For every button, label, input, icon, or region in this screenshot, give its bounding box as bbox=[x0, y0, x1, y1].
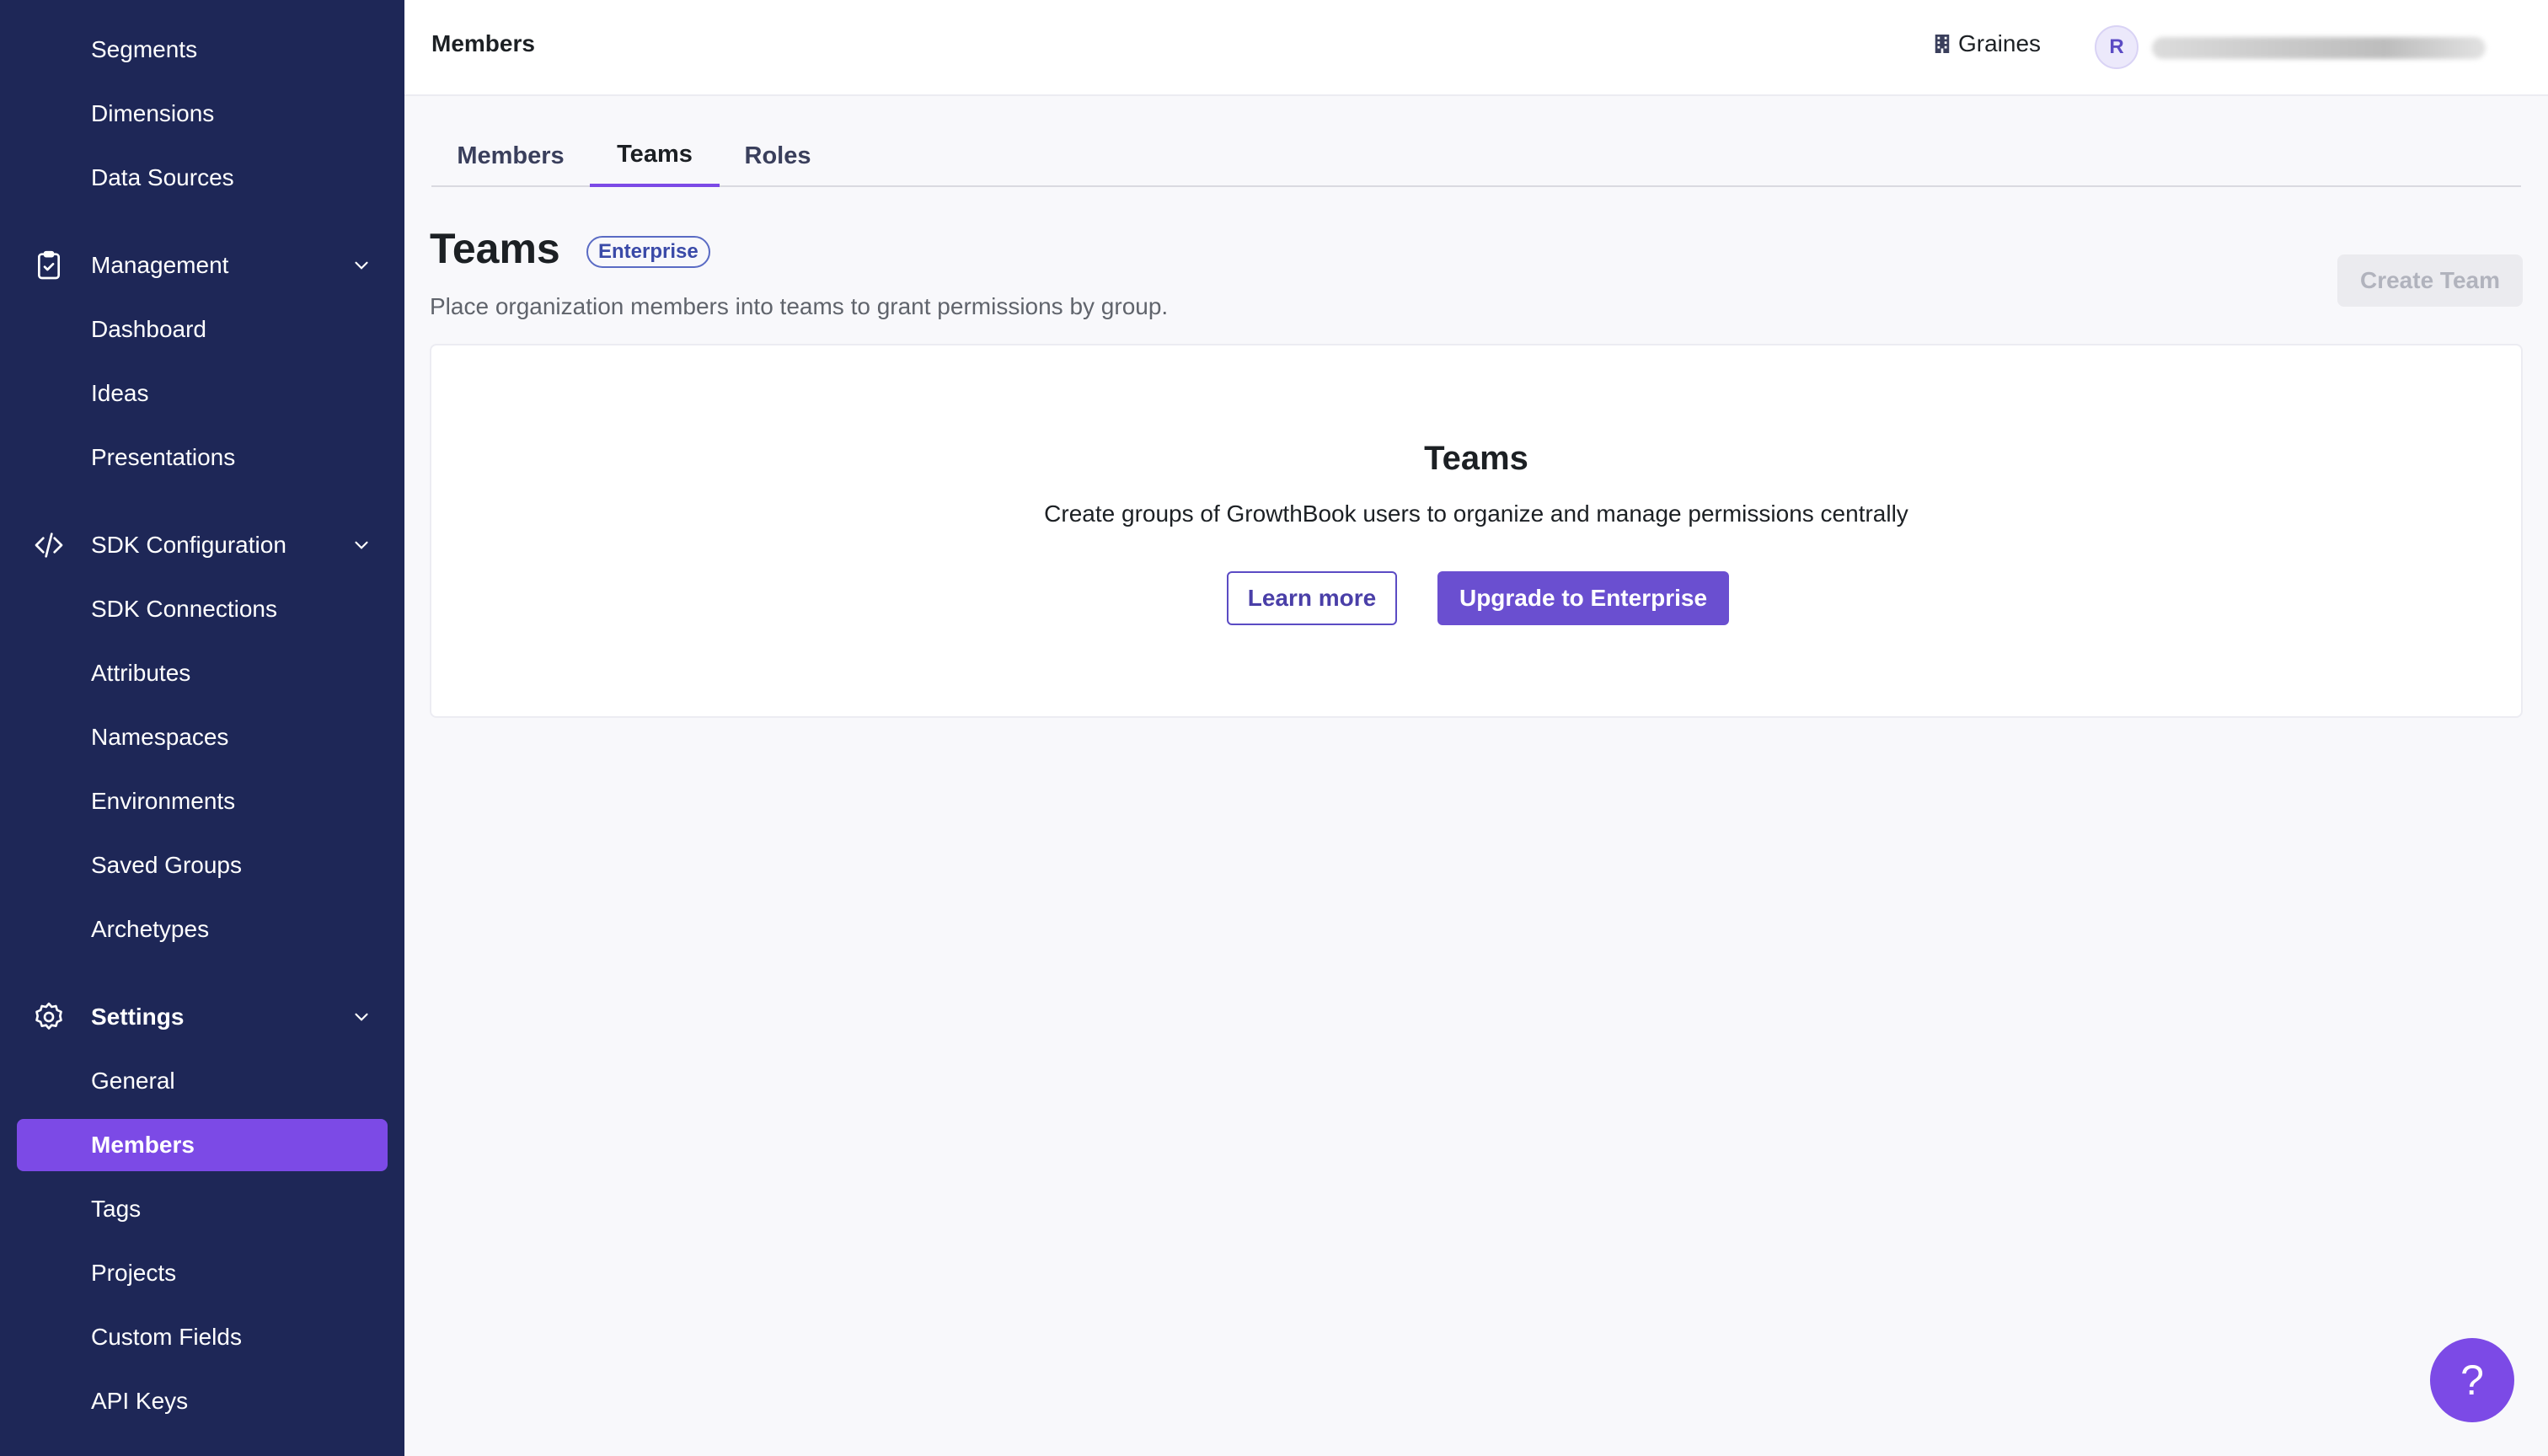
chevron-down-icon bbox=[355, 541, 368, 549]
sidebar-item-label: Saved Groups bbox=[91, 852, 242, 878]
sidebar-item-archetypes[interactable]: Archetypes bbox=[17, 903, 388, 956]
org-name: Graines bbox=[1958, 30, 2042, 56]
chevron-down-icon bbox=[355, 1013, 368, 1021]
sidebar-item-label: Projects bbox=[91, 1260, 177, 1286]
sidebar-item-label: Dashboard bbox=[91, 316, 206, 342]
header-title: Members bbox=[431, 30, 535, 56]
tab-teams[interactable]: Teams bbox=[590, 125, 720, 187]
sidebar-item-attributes[interactable]: Attributes bbox=[17, 647, 388, 699]
sidebar-item-label: Segments bbox=[91, 36, 198, 62]
sidebar-item-projects[interactable]: Projects bbox=[17, 1247, 388, 1299]
upgrade-to-enterprise-button[interactable]: Upgrade to Enterprise bbox=[1437, 571, 1729, 625]
sidebar: Segments Dimensions Data Sources Managem… bbox=[0, 0, 404, 1456]
sidebar-item-ideas[interactable]: Ideas bbox=[17, 367, 388, 420]
sidebar-item-members[interactable]: Members bbox=[17, 1119, 388, 1171]
create-team-button[interactable]: Create Team bbox=[2337, 254, 2523, 307]
sidebar-item-label: Tags bbox=[91, 1196, 142, 1222]
sidebar-item-general[interactable]: General bbox=[17, 1055, 388, 1107]
sidebar-section-management[interactable]: Management bbox=[17, 239, 388, 292]
sidebar-item-label: Ideas bbox=[91, 380, 149, 406]
sidebar-item-namespaces[interactable]: Namespaces bbox=[17, 711, 388, 763]
page-description: Place organization members into teams to… bbox=[430, 293, 1169, 319]
building-icon bbox=[1935, 35, 1950, 53]
sidebar-item-label: Dimensions bbox=[91, 100, 215, 126]
org-switcher[interactable]: Graines bbox=[1933, 30, 2041, 57]
teams-upsell-card: Teams Create groups of GrowthBook users … bbox=[430, 344, 2523, 718]
sidebar-item-label: General bbox=[91, 1068, 175, 1094]
sidebar-item-tags[interactable]: Tags bbox=[17, 1183, 388, 1235]
sidebar-item-label: Custom Fields bbox=[91, 1324, 242, 1350]
sidebar-item-presentations[interactable]: Presentations bbox=[17, 431, 388, 484]
avatar[interactable]: R bbox=[2095, 25, 2138, 69]
sidebar-item-label: SDK Connections bbox=[91, 596, 278, 622]
sidebar-item-label: Data Sources bbox=[91, 164, 234, 190]
help-button[interactable]: ? bbox=[2430, 1338, 2514, 1422]
sidebar-item-dimensions[interactable]: Dimensions bbox=[17, 88, 388, 140]
tab-roles[interactable]: Roles bbox=[720, 125, 836, 187]
sidebar-item-label: Members bbox=[91, 1132, 195, 1158]
sidebar-item-label: Environments bbox=[91, 788, 236, 814]
sidebar-section-label: SDK Configuration bbox=[91, 532, 286, 558]
user-name-redacted[interactable] bbox=[2152, 37, 2486, 59]
code-icon bbox=[35, 533, 63, 558]
sidebar-item-segments[interactable]: Segments bbox=[17, 24, 388, 76]
card-description: Create groups of GrowthBook users to org… bbox=[1044, 500, 1908, 527]
sidebar-item-environments[interactable]: Environments bbox=[17, 775, 388, 827]
chevron-down-icon bbox=[355, 261, 368, 270]
learn-more-button[interactable]: Learn more bbox=[1227, 571, 1397, 625]
sidebar-item-label: API Keys bbox=[91, 1388, 189, 1414]
tab-members[interactable]: Members bbox=[431, 125, 590, 187]
sidebar-item-data-sources[interactable]: Data Sources bbox=[17, 152, 388, 204]
sidebar-item-label: Archetypes bbox=[91, 916, 210, 942]
card-title: Teams bbox=[1424, 440, 1528, 477]
page-title: Teams bbox=[430, 225, 560, 272]
sidebar-item-dashboard[interactable]: Dashboard bbox=[17, 303, 388, 356]
sidebar-item-custom-fields[interactable]: Custom Fields bbox=[17, 1311, 388, 1363]
sidebar-section-sdk-configuration[interactable]: SDK Configuration bbox=[17, 519, 388, 571]
sidebar-section-label: Settings bbox=[91, 1004, 185, 1030]
sidebar-item-label: Attributes bbox=[91, 660, 191, 686]
gear-icon bbox=[35, 1002, 62, 1030]
sidebar-section-label: Management bbox=[91, 252, 229, 278]
top-header: Members Graines R bbox=[404, 0, 2548, 96]
sidebar-section-settings[interactable]: Settings bbox=[17, 991, 388, 1043]
sidebar-item-label: Namespaces bbox=[91, 724, 229, 750]
clipboard-check-icon bbox=[38, 250, 60, 280]
sidebar-item-api-keys[interactable]: API Keys bbox=[17, 1375, 388, 1427]
sidebar-item-saved-groups[interactable]: Saved Groups bbox=[17, 839, 388, 891]
tab-bar: Members Teams Roles bbox=[431, 125, 2521, 187]
sidebar-item-sdk-connections[interactable]: SDK Connections bbox=[17, 583, 388, 635]
enterprise-badge: Enterprise bbox=[586, 236, 710, 268]
sidebar-item-label: Presentations bbox=[91, 444, 236, 470]
